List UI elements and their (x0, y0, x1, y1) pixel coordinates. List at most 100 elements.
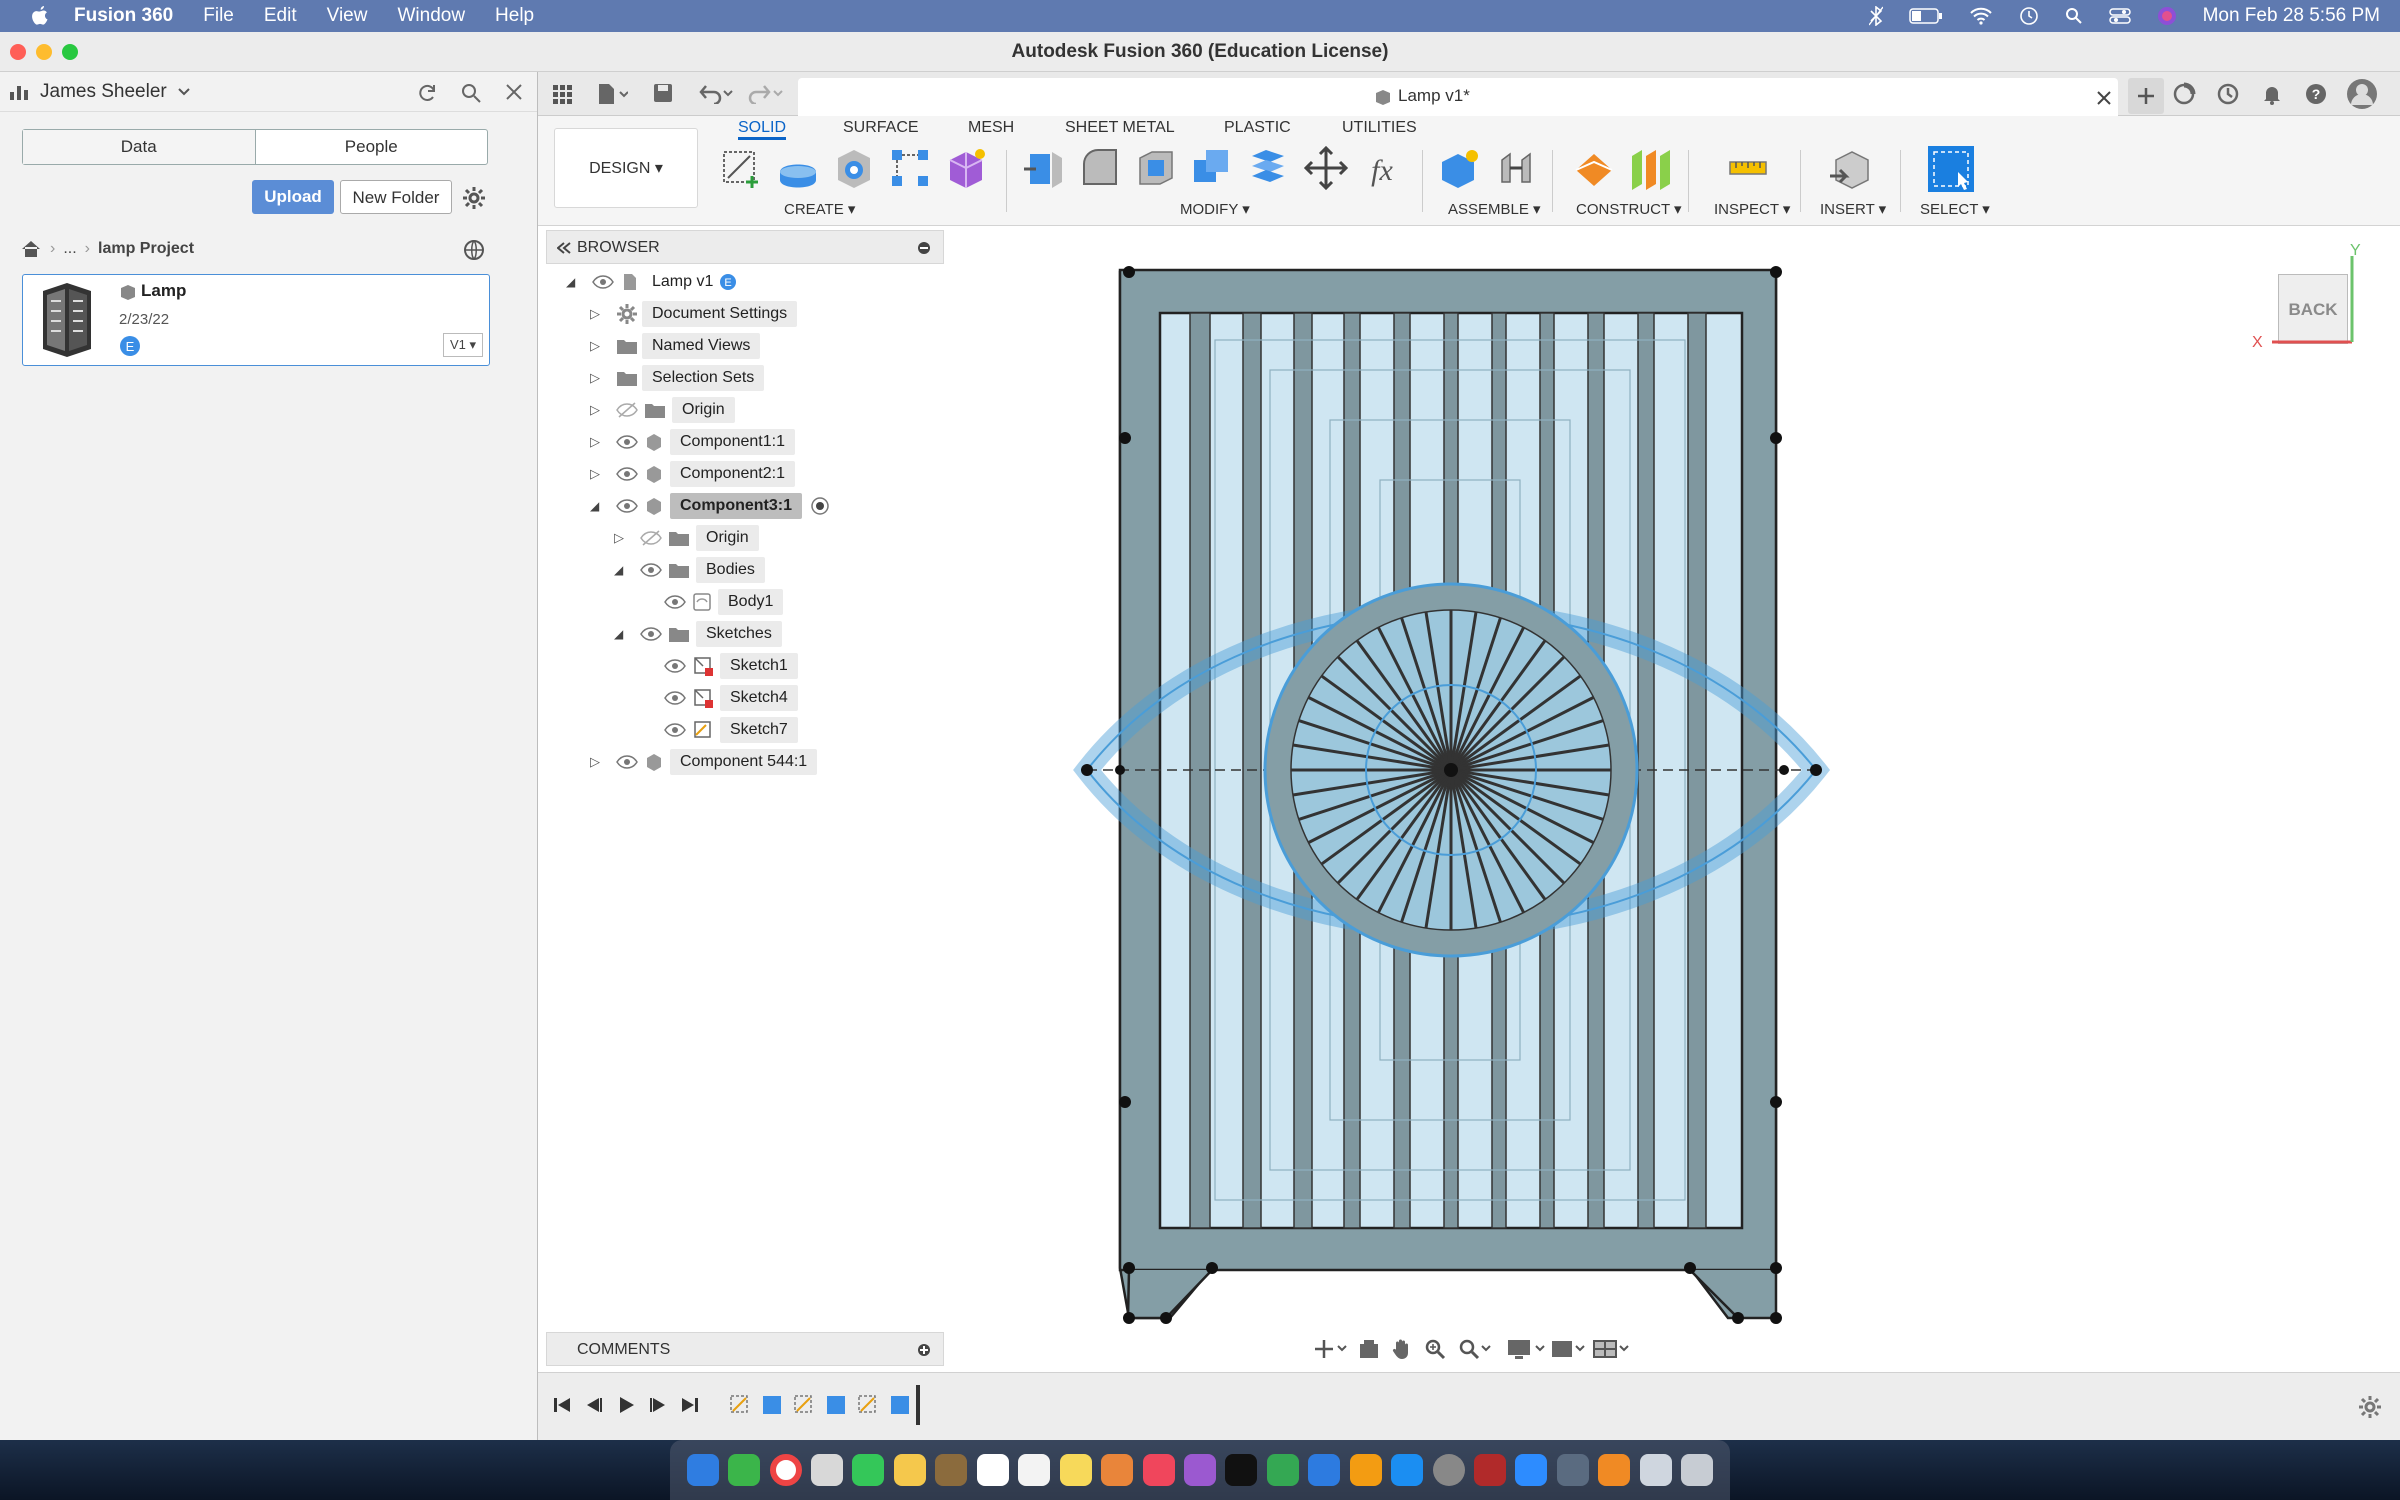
fusion360-app-icon[interactable] (1598, 1454, 1631, 1486)
tree-item-body1[interactable]: Body1 (664, 588, 784, 616)
play-icon[interactable] (616, 1395, 636, 1415)
notifications-icon[interactable] (2260, 82, 2284, 106)
tab-sheet-metal[interactable]: SHEET METAL (1065, 116, 1175, 140)
zoom-icon[interactable] (1424, 1338, 1446, 1360)
insert-derive-icon[interactable] (1828, 146, 1872, 190)
dictionary-icon[interactable] (1474, 1454, 1507, 1486)
help-icon[interactable]: ? (2304, 82, 2328, 106)
spotlight-search-icon[interactable] (2065, 7, 2083, 25)
expanded-triangle-icon[interactable]: ◢ (614, 556, 640, 584)
visibility-eye-icon[interactable] (616, 465, 638, 483)
inspect-group-label[interactable]: INSPECT ▾ (1714, 200, 1790, 218)
version-dropdown[interactable]: V1 ▾ (443, 333, 483, 357)
extrude-icon[interactable] (776, 146, 820, 190)
create-group-label[interactable]: CREATE ▾ (784, 200, 855, 218)
expanded-triangle-icon[interactable]: ◢ (614, 620, 640, 648)
siri-icon[interactable] (2157, 6, 2177, 26)
parameters-icon[interactable]: fx (1360, 146, 1404, 190)
look-at-icon[interactable] (1358, 1338, 1380, 1360)
new-tab-button[interactable] (2128, 78, 2164, 114)
visibility-eye-icon[interactable] (616, 753, 638, 771)
select-group-label[interactable]: SELECT ▾ (1920, 200, 1990, 218)
downloads-folder-icon[interactable] (1639, 1454, 1672, 1486)
finder-icon[interactable] (686, 1454, 719, 1486)
visibility-eye-icon[interactable] (616, 497, 638, 515)
apple-tv-icon[interactable] (1225, 1454, 1258, 1486)
visibility-eye-icon[interactable] (640, 561, 662, 579)
collapse-browser-icon[interactable] (557, 242, 571, 254)
time-machine-icon[interactable] (2019, 6, 2039, 26)
minimize-window-button[interactable] (36, 44, 52, 60)
trash-icon[interactable] (1681, 1454, 1714, 1486)
replace-face-icon[interactable] (1246, 146, 1290, 190)
file-card-lamp[interactable]: Lamp 2/23/22 E V1 ▾ (22, 274, 490, 366)
close-tab-icon[interactable] (2096, 90, 2112, 106)
tab-plastic[interactable]: PLASTIC (1224, 116, 1291, 140)
home-icon[interactable] (20, 239, 42, 259)
collapsed-triangle-icon[interactable]: ▷ (590, 748, 616, 776)
calendar-icon[interactable] (976, 1454, 1009, 1486)
create-form-icon[interactable] (944, 146, 988, 190)
tree-item-root[interactable]: ◢ Lamp v1 E (566, 268, 737, 296)
visibility-eye-icon[interactable] (664, 593, 686, 611)
measure-icon[interactable] (1726, 146, 1770, 190)
fit-icon[interactable] (1458, 1338, 1492, 1360)
step-back-icon[interactable] (584, 1395, 604, 1415)
system-preferences-icon[interactable] (1432, 1454, 1465, 1486)
chevron-down-icon[interactable] (177, 87, 191, 97)
fillet-icon[interactable] (1078, 146, 1122, 190)
close-icon[interactable] (504, 82, 524, 102)
wifi-icon[interactable] (1969, 7, 1993, 25)
menu-file[interactable]: File (203, 5, 234, 27)
collapsed-triangle-icon[interactable]: ▷ (590, 460, 616, 488)
zoom-app-icon[interactable] (1515, 1454, 1548, 1486)
close-window-button[interactable] (10, 44, 26, 60)
photos-icon[interactable] (893, 1454, 926, 1486)
tree-item-sketch7[interactable]: Sketch7 (664, 716, 798, 744)
tab-utilities[interactable]: UTILITIES (1342, 116, 1417, 140)
collapsed-triangle-icon[interactable]: ▷ (590, 364, 616, 392)
tab-surface[interactable]: SURFACE (843, 116, 919, 140)
create-sketch-icon[interactable] (720, 146, 764, 190)
chrome-icon[interactable] (769, 1454, 802, 1486)
visibility-hidden-icon[interactable] (640, 529, 662, 547)
midplane-icon[interactable] (1628, 146, 1672, 190)
activate-radio-icon[interactable] (810, 496, 830, 516)
assemble-group-label[interactable]: ASSEMBLE ▾ (1448, 200, 1541, 218)
grid-menu-icon[interactable] (552, 84, 572, 104)
document-tab[interactable]: Lamp v1* (798, 78, 2118, 116)
viewports-icon[interactable] (1592, 1338, 1632, 1360)
combine-icon[interactable] (1190, 146, 1234, 190)
tree-item-component544[interactable]: ▷ Component 544:1 (590, 748, 818, 776)
new-folder-button[interactable]: New Folder (340, 180, 452, 214)
menubar-datetime[interactable]: Mon Feb 28 5:56 PM (2203, 5, 2380, 27)
new-component-icon[interactable] (1438, 146, 1482, 190)
menu-window[interactable]: Window (397, 5, 465, 27)
display-settings-icon[interactable] (1506, 1338, 1546, 1360)
workspace-switcher[interactable]: DESIGN ▾ (554, 128, 698, 208)
revolve-icon[interactable] (832, 146, 876, 190)
visibility-eye-icon[interactable] (640, 625, 662, 643)
gear-icon[interactable] (462, 186, 486, 210)
battery-icon[interactable] (1908, 8, 1943, 24)
visibility-eye-icon[interactable] (664, 689, 686, 707)
visibility-hidden-icon[interactable] (616, 401, 638, 419)
move-icon[interactable] (1304, 146, 1348, 190)
tree-item-named-views[interactable]: ▷ Named Views (590, 332, 761, 360)
menu-app-name[interactable]: Fusion 360 (74, 5, 173, 27)
tree-item-selection-sets[interactable]: ▷ Selection Sets (590, 364, 765, 392)
tab-mesh[interactable]: MESH (968, 116, 1014, 140)
tree-item-document-settings[interactable]: ▷ Document Settings (590, 300, 798, 328)
visibility-eye-icon[interactable] (592, 273, 614, 291)
menu-edit[interactable]: Edit (264, 5, 297, 27)
timeline-extrude-icon[interactable] (824, 1393, 848, 1417)
tree-item-sketches[interactable]: ◢ Sketches (614, 620, 782, 648)
breadcrumb-more[interactable]: ... (63, 240, 76, 258)
tree-item-origin[interactable]: ▷ Origin (590, 396, 735, 424)
launchpad-icon[interactable] (811, 1454, 844, 1486)
tree-item-sketch4[interactable]: Sketch4 (664, 684, 798, 712)
zoom-window-button[interactable] (62, 44, 78, 60)
refresh-icon[interactable] (416, 82, 438, 104)
visibility-eye-icon[interactable] (616, 433, 638, 451)
apple-icon[interactable] (26, 4, 54, 28)
